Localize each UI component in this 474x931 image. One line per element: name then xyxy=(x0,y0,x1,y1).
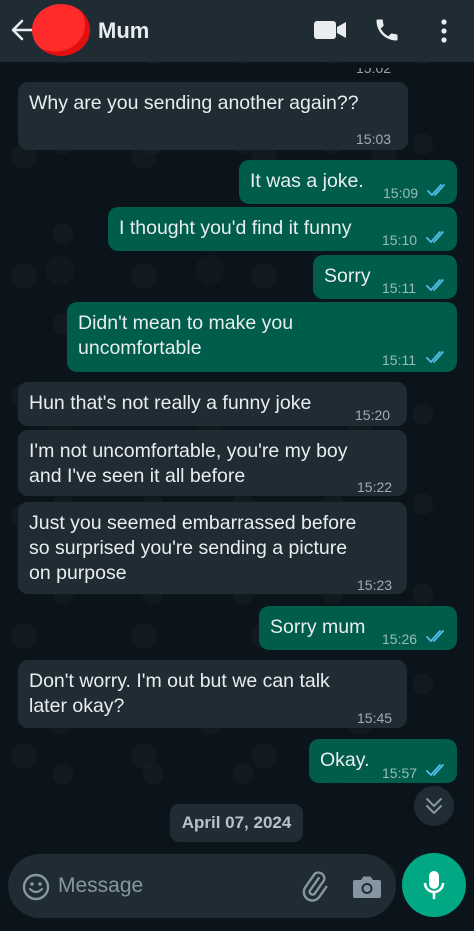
incoming-message[interactable]: I'm not uncomfortable, you're my boy and… xyxy=(18,430,407,496)
message-text: I'm not uncomfortable, you're my boy and… xyxy=(29,440,348,487)
message-time: 15:45 xyxy=(357,710,393,726)
video-call-icon[interactable] xyxy=(313,19,347,41)
message-time: 15:23 xyxy=(357,577,393,593)
outgoing-message[interactable]: Sorry mum 15:26 xyxy=(259,606,457,650)
message-text: I thought you'd find it funny xyxy=(119,217,352,239)
message-time: 15:10 xyxy=(382,232,418,248)
read-ticks-icon xyxy=(427,184,445,197)
message-text: Don't worry. I'm out but we can talk lat… xyxy=(29,670,330,717)
scroll-down-button[interactable] xyxy=(414,786,454,826)
outgoing-message[interactable]: Didn't mean to make you uncomfortable 15:… xyxy=(67,302,457,372)
read-ticks-icon xyxy=(426,231,444,244)
outgoing-message[interactable]: I thought you'd find it funny 15:10 xyxy=(108,207,457,251)
message-composer xyxy=(8,854,396,918)
read-ticks-icon xyxy=(426,764,444,777)
message-text: Why are you sending another again?? xyxy=(29,92,359,114)
read-ticks-icon xyxy=(426,630,444,643)
message-time: 15:11 xyxy=(382,280,416,296)
read-ticks-icon xyxy=(426,279,444,292)
emoji-icon[interactable] xyxy=(22,873,50,901)
incoming-message[interactable]: Why are you sending another again?? 15:03 xyxy=(18,82,408,150)
message-text: Hun that's not really a funny joke xyxy=(29,392,312,414)
incoming-message[interactable]: Just you seemed embarrassed before so su… xyxy=(18,502,407,594)
date-chip: April 07, 2024 xyxy=(170,804,303,842)
outgoing-message[interactable]: Okay. 15:57 xyxy=(309,739,457,783)
incoming-message[interactable]: Hun that's not really a funny joke 15:20 xyxy=(18,382,407,426)
message-text: Sorry mum xyxy=(270,616,366,638)
message-time: 15:57 xyxy=(382,765,418,781)
message-time: 15:09 xyxy=(383,185,419,201)
message-time: 15:11 xyxy=(382,352,416,368)
message-time: 15:22 xyxy=(357,479,393,495)
avatar[interactable] xyxy=(32,4,90,56)
message-text: Sorry xyxy=(324,265,371,287)
message-text: Just you seemed embarrassed before so su… xyxy=(29,512,357,584)
outgoing-message[interactable]: Sorry 15:11 xyxy=(313,255,457,299)
paperclip-icon[interactable] xyxy=(298,870,330,902)
contact-name[interactable]: Mum xyxy=(98,18,149,44)
microphone-icon xyxy=(423,871,445,900)
read-ticks-icon xyxy=(426,351,444,364)
message-time: 15:20 xyxy=(355,407,391,423)
chevrons-down-icon xyxy=(426,798,442,814)
camera-icon[interactable] xyxy=(352,874,382,900)
voice-message-button[interactable] xyxy=(402,853,466,917)
more-vertical-icon[interactable] xyxy=(438,18,450,44)
message-text: Didn't mean to make you uncomfortable xyxy=(78,312,294,359)
message-time: 15:26 xyxy=(382,631,418,647)
outgoing-message[interactable]: It was a joke. 15:09 xyxy=(239,160,457,204)
chat-header: Mum xyxy=(0,0,474,62)
message-text: Okay. xyxy=(320,749,370,771)
incoming-message[interactable]: Don't worry. I'm out but we can talk lat… xyxy=(18,660,407,728)
message-time: 15:03 xyxy=(356,131,392,147)
message-input[interactable] xyxy=(58,868,288,904)
phone-icon[interactable] xyxy=(373,16,401,44)
message-text: It was a joke. xyxy=(250,170,364,192)
